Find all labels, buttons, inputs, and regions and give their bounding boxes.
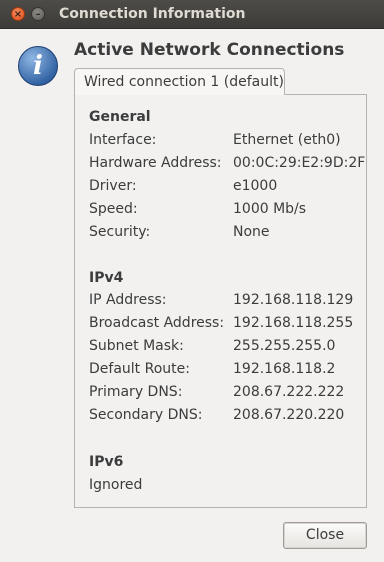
detail-value: 00:0C:29:E2:9D:2F (233, 155, 366, 171)
detail-row-interface: Interface: Ethernet (eth0) (89, 132, 369, 152)
detail-label: Speed: (89, 201, 138, 217)
detail-value: 192.168.118.255 (233, 315, 354, 331)
window-minimize-icon[interactable]: – (31, 7, 45, 21)
detail-label: IP Address: (89, 292, 167, 308)
detail-row-broadcast-address: Broadcast Address: 192.168.118.255 (89, 315, 369, 335)
detail-row-hardware-address: Hardware Address: 00:0C:29:E2:9D:2F (89, 155, 369, 175)
detail-value: 1000 Mb/s (233, 201, 307, 217)
detail-label: Security: (89, 224, 151, 240)
page-title: Active Network Connections (74, 40, 345, 60)
detail-label: Primary DNS: (89, 384, 183, 400)
detail-label: Broadcast Address: (89, 315, 225, 331)
detail-row-ip-address: IP Address: 192.168.118.129 (89, 292, 369, 312)
detail-row-driver: Driver: e1000 (89, 178, 369, 198)
detail-label: Interface: (89, 132, 157, 148)
window-title: Connection Information (59, 6, 246, 22)
detail-value: 255.255.255.0 (233, 338, 336, 354)
detail-value: Ethernet (eth0) (233, 132, 341, 148)
info-icon: i (18, 46, 58, 86)
window-close-icon[interactable]: × (11, 7, 25, 21)
detail-label: Hardware Address: (89, 155, 222, 171)
close-button[interactable]: Close (283, 522, 367, 549)
detail-row-default-route: Default Route: 192.168.118.2 (89, 361, 369, 381)
section-title-general: General (89, 109, 151, 125)
detail-row-speed: Speed: 1000 Mb/s (89, 201, 369, 221)
detail-value: 208.67.220.220 (233, 407, 345, 423)
detail-label: Subnet Mask: (89, 338, 184, 354)
ipv6-status: Ignored (89, 477, 143, 493)
detail-value: e1000 (233, 178, 278, 194)
detail-row-subnet-mask: Subnet Mask: 255.255.255.0 (89, 338, 369, 358)
tab-wired-connection-1[interactable]: Wired connection 1 (default) (74, 68, 285, 95)
detail-value: None (233, 224, 270, 240)
detail-row-primary-dns: Primary DNS: 208.67.222.222 (89, 384, 369, 404)
detail-row-security: Security: None (89, 224, 369, 244)
section-title-ipv6: IPv6 (89, 454, 124, 470)
title-bar: × – Connection Information (0, 0, 384, 29)
detail-row-secondary-dns: Secondary DNS: 208.67.220.220 (89, 407, 369, 427)
section-title-ipv4: IPv4 (89, 270, 124, 286)
detail-label: Default Route: (89, 361, 190, 377)
detail-label: Secondary DNS: (89, 407, 203, 423)
detail-value: 192.168.118.2 (233, 361, 336, 377)
detail-value: 192.168.118.129 (233, 292, 354, 308)
detail-label: Driver: (89, 178, 137, 194)
detail-value: 208.67.222.222 (233, 384, 345, 400)
